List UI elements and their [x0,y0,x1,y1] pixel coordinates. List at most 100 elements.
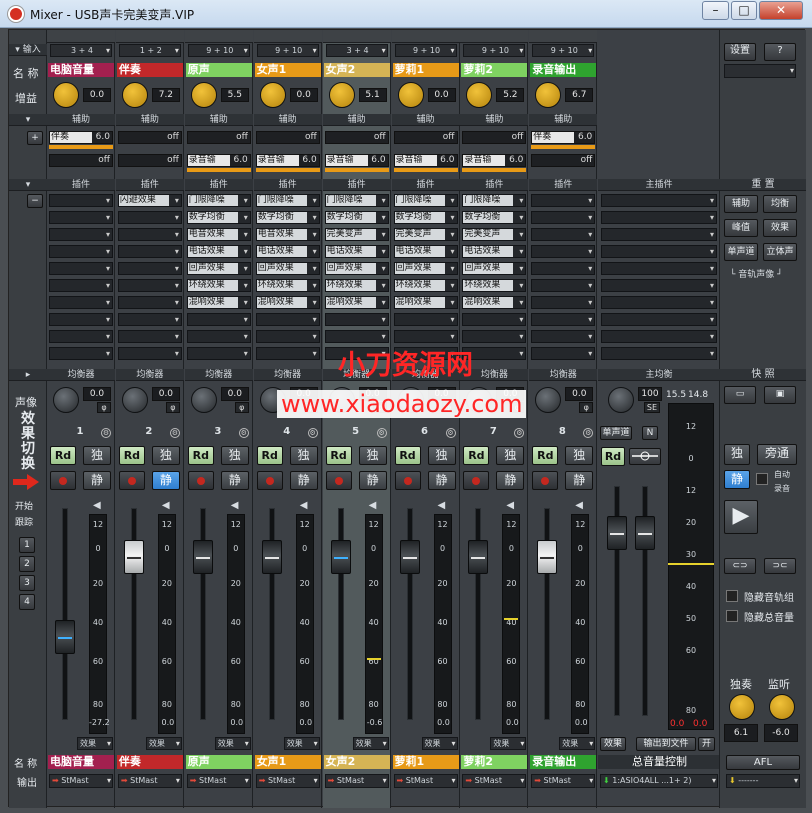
plugin-slot-4[interactable]: 电话效果 [393,245,458,258]
aux-collapse[interactable]: ▾ [9,114,47,126]
aux-send-2[interactable]: 录音输 6.0 [393,154,458,167]
reset-aux-button[interactable]: 辅助 [724,195,758,213]
aux-send-1[interactable]: off [324,131,389,144]
plugin-slot-8[interactable] [393,313,458,326]
plugin-slot-3[interactable]: 电音效果 [255,228,320,241]
plugin-slot-9[interactable] [393,330,458,343]
master-output-select[interactable]: ⬇ 1:ASIO4ALL ...1+ 2) [600,774,718,788]
plugin-slot-9[interactable] [462,330,527,343]
mute-button[interactable]: 静 [151,471,180,490]
gain-knob[interactable] [121,82,148,108]
record-arm-button[interactable] [532,471,559,490]
solo-button[interactable]: 独 [358,446,387,465]
output-select[interactable]: ➡ StMast [255,774,320,788]
aux-send-2[interactable]: off [531,154,596,167]
settings-icon[interactable]: ⚙ [169,428,180,438]
master-link-toggle[interactable] [629,448,661,465]
plugin-slot-7[interactable]: 混响效果 [393,296,458,309]
output-select[interactable]: ➡ StMast [462,774,527,788]
gain-knob[interactable] [535,82,562,108]
plugin-slot-4[interactable] [117,245,182,258]
plugin-slot-7[interactable] [49,296,113,309]
master-plugin-slot-8[interactable] [601,313,717,326]
track-button-2[interactable]: 2 [19,556,35,572]
monitor-volume-knob[interactable] [769,694,795,720]
plugin-slot-2[interactable]: 数字均衡 [462,211,527,224]
plugin-slot-8[interactable] [531,313,596,326]
plugin-slot-1[interactable]: 门限降噪 [393,194,458,207]
plugin-slot-3[interactable]: 完美变声 [393,228,458,241]
input-select[interactable]: 9 + 10 [187,44,250,57]
master-pan-knob[interactable] [608,387,634,413]
plugin-slot-10[interactable] [49,347,113,360]
phase-icon[interactable]: φ [234,402,249,413]
output-select[interactable]: ➡ StMast [531,774,596,788]
solo-button[interactable]: 独 [427,446,456,465]
plugin-slot-2[interactable]: 数字均衡 [255,211,320,224]
volume-fader[interactable] [261,540,282,574]
plugin-slot-3[interactable]: 完美变声 [462,228,527,241]
plugin-slot-2[interactable] [531,211,596,224]
plugin-collapse[interactable]: ▾ [9,179,47,191]
plugin-slot-1[interactable]: 闪避效果 [117,194,182,207]
plugin-slot-5[interactable]: 回声效果 [324,262,389,275]
read-button[interactable]: Rd [50,446,76,465]
settings-icon[interactable]: ⚙ [514,428,525,438]
link-button[interactable]: ⊂⊃ [724,558,756,574]
input-select[interactable]: 3 + 4 [50,44,112,57]
mute-button[interactable]: 静 [220,471,249,490]
input-select[interactable]: 9 + 10 [256,44,319,57]
plugin-slot-7[interactable]: 混响效果 [324,296,389,309]
master-n-button[interactable]: N [642,426,658,440]
plugin-slot-8[interactable] [462,313,527,326]
monitor-output-select[interactable]: ⬇ ------- [726,774,800,788]
phase-icon[interactable]: φ [579,402,594,413]
master-plugin-slot-10[interactable] [601,347,717,360]
master-plugin-slot-9[interactable] [601,330,717,343]
plugin-slot-9[interactable] [49,330,113,343]
gain-knob[interactable] [397,82,424,108]
aux-send-2[interactable]: 录音输 6.0 [186,154,251,167]
channel-fx-select[interactable]: 效果 [77,737,113,750]
hide-master-checkbox[interactable] [726,610,738,622]
plugin-slot-2[interactable] [49,211,113,224]
track-button-1[interactable]: 1 [19,537,35,553]
record-arm-button[interactable] [256,471,283,490]
plugin-slot-3[interactable] [49,228,113,241]
read-button[interactable]: Rd [394,446,421,465]
plugin-slot-7[interactable] [531,296,596,309]
mute-button[interactable]: 静 [496,471,525,490]
help-button[interactable]: ? [764,43,796,61]
plugin-slot-7[interactable]: 混响效果 [186,296,251,309]
settings-icon[interactable]: ⚙ [307,428,318,438]
plugin-slot-6[interactable] [49,279,113,292]
plugin-slot-10[interactable] [531,347,596,360]
plugin-slot-5[interactable]: 回声效果 [255,262,320,275]
plugin-slot-5[interactable] [531,262,596,275]
plugin-slot-9[interactable] [117,330,182,343]
plugin-slot-10[interactable] [117,347,182,360]
input-select[interactable]: 3 + 4 [325,44,388,57]
mute-button[interactable]: 静 [565,471,594,490]
output-select[interactable]: ➡ StMast [393,774,458,788]
output-select[interactable]: ➡ StMast [49,774,113,788]
input-select[interactable]: 1 + 2 [118,44,181,57]
settings-icon[interactable]: ⚙ [238,428,249,438]
plugin-slot-1[interactable] [49,194,113,207]
gain-knob[interactable] [466,82,493,108]
plugin-slot-8[interactable] [49,313,113,326]
track-button-3[interactable]: 3 [19,575,35,591]
plugin-slot-3[interactable]: 电音效果 [186,228,251,241]
aux-send-1[interactable]: off [393,131,458,144]
aux-send-1[interactable]: off [255,131,320,144]
read-button[interactable]: Rd [118,446,145,465]
read-button[interactable]: Rd [463,446,490,465]
master-mono-button[interactable]: 单声道 [600,426,632,440]
plugin-slot-5[interactable]: 回声效果 [462,262,527,275]
auto-record-checkbox[interactable] [756,473,768,485]
plugin-slot-4[interactable]: 电话效果 [324,245,389,258]
plugin-slot-9[interactable] [255,330,320,343]
solo-button[interactable]: 独 [565,446,594,465]
volume-fader[interactable] [123,540,144,574]
aux-send-2[interactable]: 录音输 6.0 [324,154,389,167]
